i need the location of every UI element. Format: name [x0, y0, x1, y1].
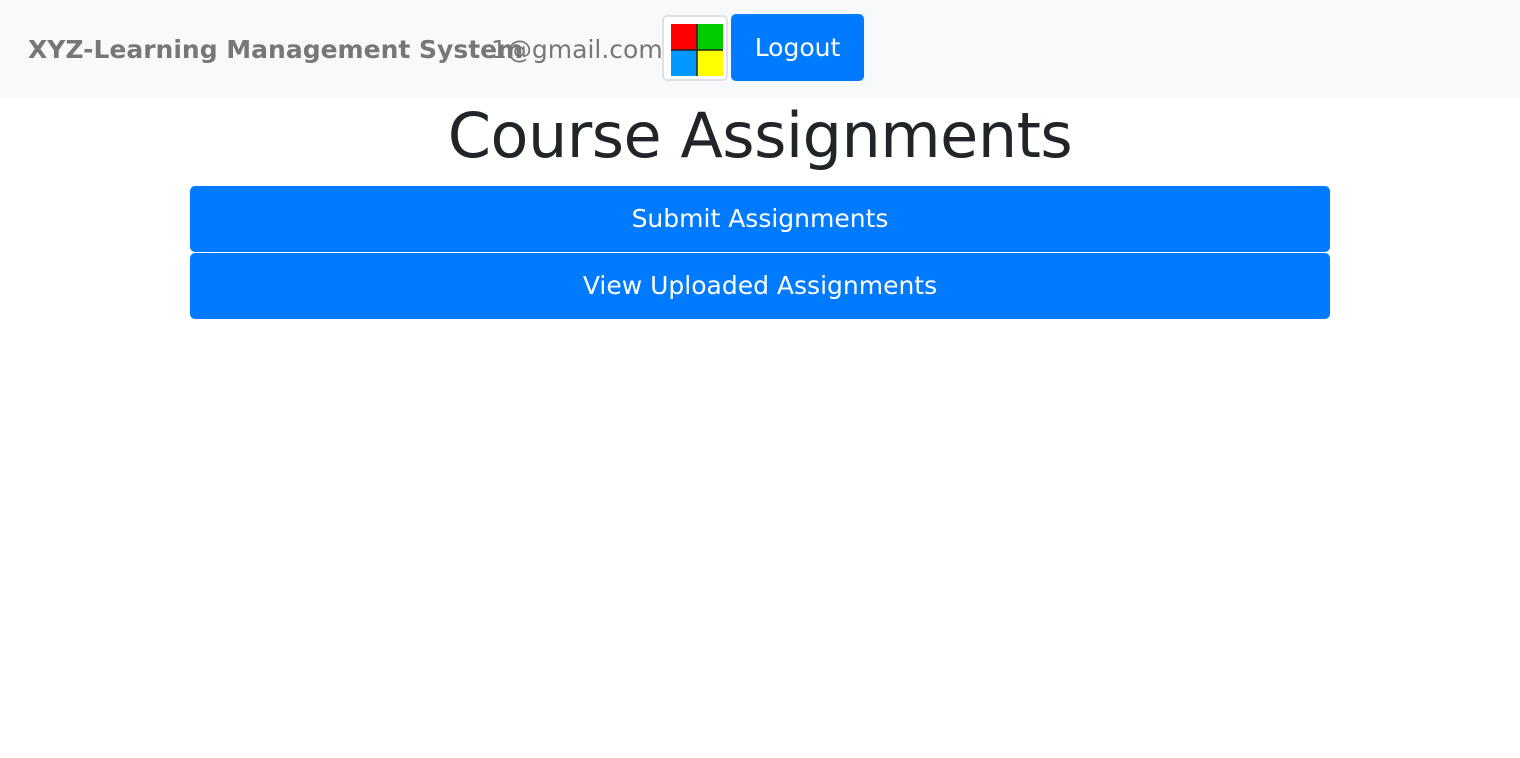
top-navbar: XYZ-Learning Management System 1@gmail.c…	[0, 0, 1520, 98]
page-title: Course Assignments	[447, 99, 1073, 172]
view-uploaded-assignments-button[interactable]: View Uploaded Assignments	[190, 253, 1330, 319]
brand-title[interactable]: XYZ-Learning Management System	[28, 33, 523, 67]
user-email: 1@gmail.com	[491, 35, 663, 64]
logout-button[interactable]: Logout	[731, 14, 864, 81]
submit-assignments-button[interactable]: Submit Assignments	[190, 186, 1330, 252]
four-color-grid-icon	[671, 24, 723, 76]
avatar[interactable]	[662, 15, 728, 81]
